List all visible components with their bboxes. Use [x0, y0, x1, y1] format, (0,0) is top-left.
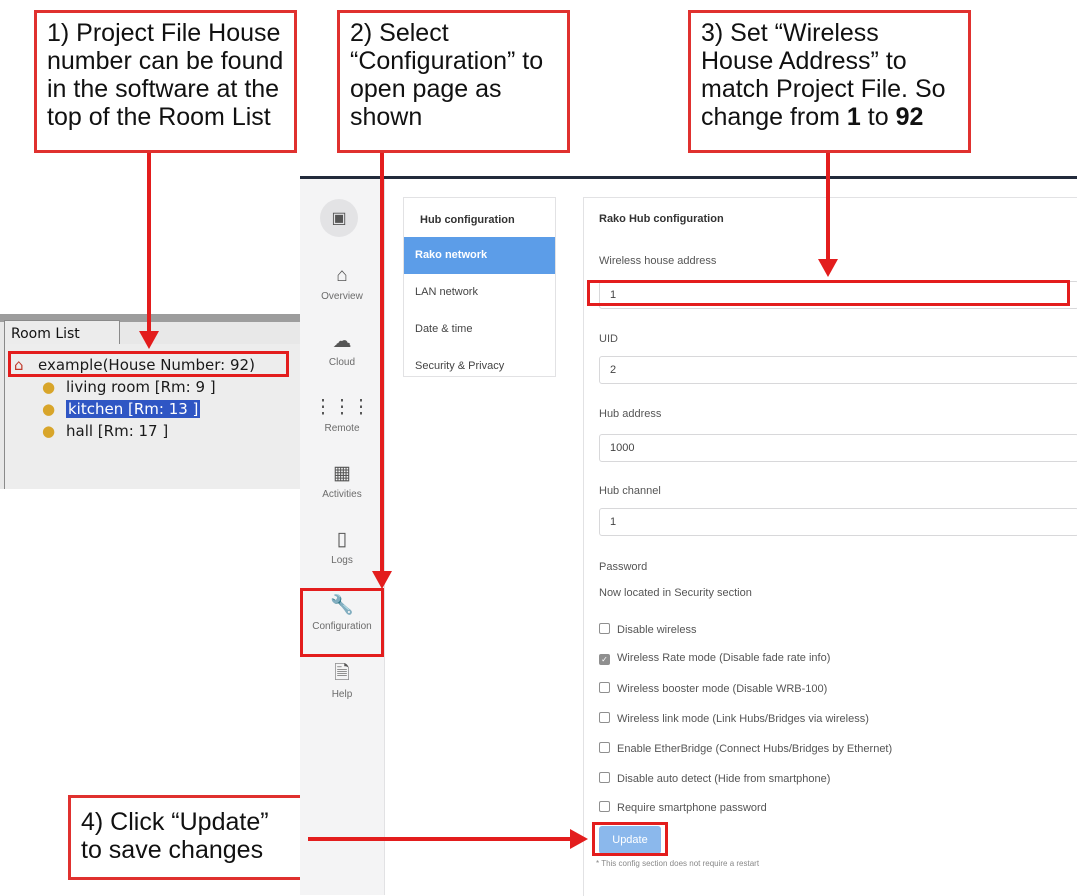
checkbox-label: Require smartphone password: [617, 802, 767, 814]
nav-label: Logs: [331, 555, 353, 566]
nav-item-configuration[interactable]: 🔧 Configuration: [300, 595, 384, 632]
arrow-4-shaft: [308, 837, 572, 841]
checkbox-box[interactable]: [599, 623, 610, 634]
nav-item-overview[interactable]: ⌂ Overview: [300, 265, 384, 302]
checkbox-disable-wireless[interactable]: Disable wireless: [599, 623, 696, 636]
checkbox-enable-etherbridge[interactable]: Enable EtherBridge (Connect Hubs/Bridges…: [599, 742, 892, 755]
checkbox-box[interactable]: [599, 772, 610, 783]
room-list-tab[interactable]: Room List: [4, 320, 120, 344]
bulb-icon: ●: [42, 378, 56, 396]
cloud-icon: ☁: [332, 331, 352, 352]
password-note: Now located in Security section: [599, 587, 752, 599]
nav-label: Activities: [322, 489, 362, 500]
arrow-3-head: [818, 259, 838, 277]
avatar[interactable]: ▣: [320, 199, 358, 237]
checkbox-label: Wireless booster mode (Disable WRB-100): [617, 683, 828, 695]
callout-step-2-text: 2) Select “Configuration” to open page a…: [350, 19, 544, 131]
wireless-house-address-label: Wireless house address: [599, 255, 717, 267]
nav-item-logs[interactable]: ▯ Logs: [300, 529, 384, 566]
checkbox-label: Wireless link mode (Link Hubs/Bridges vi…: [617, 713, 869, 725]
checkbox-wireless-link-mode[interactable]: Wireless link mode (Link Hubs/Bridges vi…: [599, 712, 869, 725]
bulb-icon: ●: [42, 400, 56, 418]
sliders-icon: ⋮⋮⋮: [313, 397, 371, 418]
hub-channel-label: Hub channel: [599, 485, 661, 497]
room-row[interactable]: ● kitchen [Rm: 13 ]: [42, 400, 201, 418]
notebook-icon: ▯: [336, 529, 348, 550]
nav-item-activities[interactable]: ▦ Activities: [300, 463, 384, 500]
room-label-selected: kitchen [Rm: 13 ]: [66, 400, 201, 418]
uid-input[interactable]: 2: [599, 356, 1077, 384]
checkbox-wireless-rate-mode[interactable]: ✓ Wireless Rate mode (Disable fade rate i…: [599, 652, 830, 665]
config-main: Rako Hub configuration Wireless house ad…: [583, 197, 1077, 896]
nav-label: Help: [331, 689, 353, 700]
nav-label: Cloud: [328, 357, 356, 368]
checkbox-box[interactable]: [599, 682, 610, 693]
nav-label: Overview: [321, 291, 363, 302]
nav-item-cloud[interactable]: ☁ Cloud: [300, 331, 384, 368]
app-top-border: [300, 176, 1077, 179]
bulb-icon: ●: [42, 422, 56, 440]
callout-step-1-text: 1) Project File House number can be foun…: [47, 19, 284, 131]
config-subnav: Hub configuration Rako network LAN netwo…: [403, 197, 556, 377]
callout-step-2: 2) Select “Configuration” to open page a…: [337, 10, 570, 153]
checkbox-box[interactable]: [599, 742, 610, 753]
home-icon: ⌂: [336, 265, 348, 286]
callout-step-1: 1) Project File House number can be foun…: [34, 10, 297, 153]
checkbox-require-smartphone-password[interactable]: Require smartphone password: [599, 801, 767, 814]
nav-item-remote[interactable]: ⋮⋮⋮ Remote: [300, 397, 384, 434]
arrow-2-shaft: [380, 153, 384, 573]
subnav-item-rako-network[interactable]: Rako network: [404, 237, 555, 274]
grid-icon: ▦: [333, 463, 351, 484]
subnav-item-security-privacy[interactable]: Security & Privacy: [404, 348, 555, 385]
arrow-1-head: [139, 331, 159, 349]
nav-item-help[interactable]: 🗎 Help: [300, 663, 384, 700]
checkbox-disable-auto-detect[interactable]: Disable auto detect (Hide from smartphon…: [599, 772, 830, 785]
update-button[interactable]: Update: [599, 826, 661, 854]
document-icon: 🗎: [334, 663, 350, 684]
room-label: hall [Rm: 17 ]: [66, 422, 169, 440]
room-row[interactable]: ● living room [Rm: 9 ]: [42, 378, 216, 396]
callout-step-3: 3) Set “Wireless House Address” to match…: [688, 10, 971, 153]
nav-label: Configuration: [312, 621, 372, 632]
hub-address-input[interactable]: 1000: [599, 434, 1077, 462]
callout-step-3-text: 3) Set “Wireless House Address” to match…: [701, 19, 946, 131]
checkbox-box-checked[interactable]: ✓: [599, 654, 610, 665]
checkbox-label: Disable auto detect (Hide from smartphon…: [617, 773, 831, 785]
nav-label: Remote: [324, 423, 360, 434]
house-label: example(House Number: 92): [38, 356, 255, 374]
subnav-item-lan-network[interactable]: LAN network: [404, 274, 555, 311]
arrow-4-head: [570, 829, 588, 849]
checkbox-box[interactable]: [599, 801, 610, 812]
subnav-item-date-time[interactable]: Date & time: [404, 311, 555, 348]
arrow-3-shaft: [826, 153, 830, 261]
arrow-1-shaft: [147, 153, 151, 333]
subnav-header: Hub configuration: [420, 214, 515, 226]
callout-step-4: 4) Click “Update” to save changes: [68, 795, 308, 880]
checkbox-wireless-booster-mode[interactable]: Wireless booster mode (Disable WRB-100): [599, 682, 827, 695]
arrow-2-head: [372, 571, 392, 589]
wireless-house-address-input[interactable]: 1: [599, 281, 1077, 309]
page-title: Rako Hub configuration: [599, 213, 724, 225]
wrench-icon: 🔧: [330, 595, 354, 616]
checkbox-label: Enable EtherBridge (Connect Hubs/Bridges…: [617, 743, 893, 755]
house-row[interactable]: ⌂ example(House Number: 92): [14, 356, 255, 374]
image-icon: ▣: [331, 210, 347, 227]
room-row[interactable]: ● hall [Rm: 17 ]: [42, 422, 168, 440]
left-nav: ▣ ⌂ Overview ☁ Cloud ⋮⋮⋮ Remote ▦ Activities…: [300, 179, 385, 895]
password-label: Password: [599, 561, 648, 573]
room-label: living room [Rm: 9 ]: [66, 378, 216, 396]
hub-channel-input[interactable]: 1: [599, 508, 1077, 536]
callout-step-4-text: 4) Click “Update” to save changes: [81, 808, 269, 864]
uid-label: UID: [599, 333, 618, 345]
hub-address-label: Hub address: [599, 408, 662, 420]
house-icon: ⌂: [14, 356, 24, 374]
restart-footnote: * This config section does not require a…: [596, 859, 760, 868]
checkbox-box[interactable]: [599, 712, 610, 723]
checkbox-label: Disable wireless: [617, 624, 697, 636]
checkbox-label: Wireless Rate mode (Disable fade rate in…: [617, 652, 831, 664]
